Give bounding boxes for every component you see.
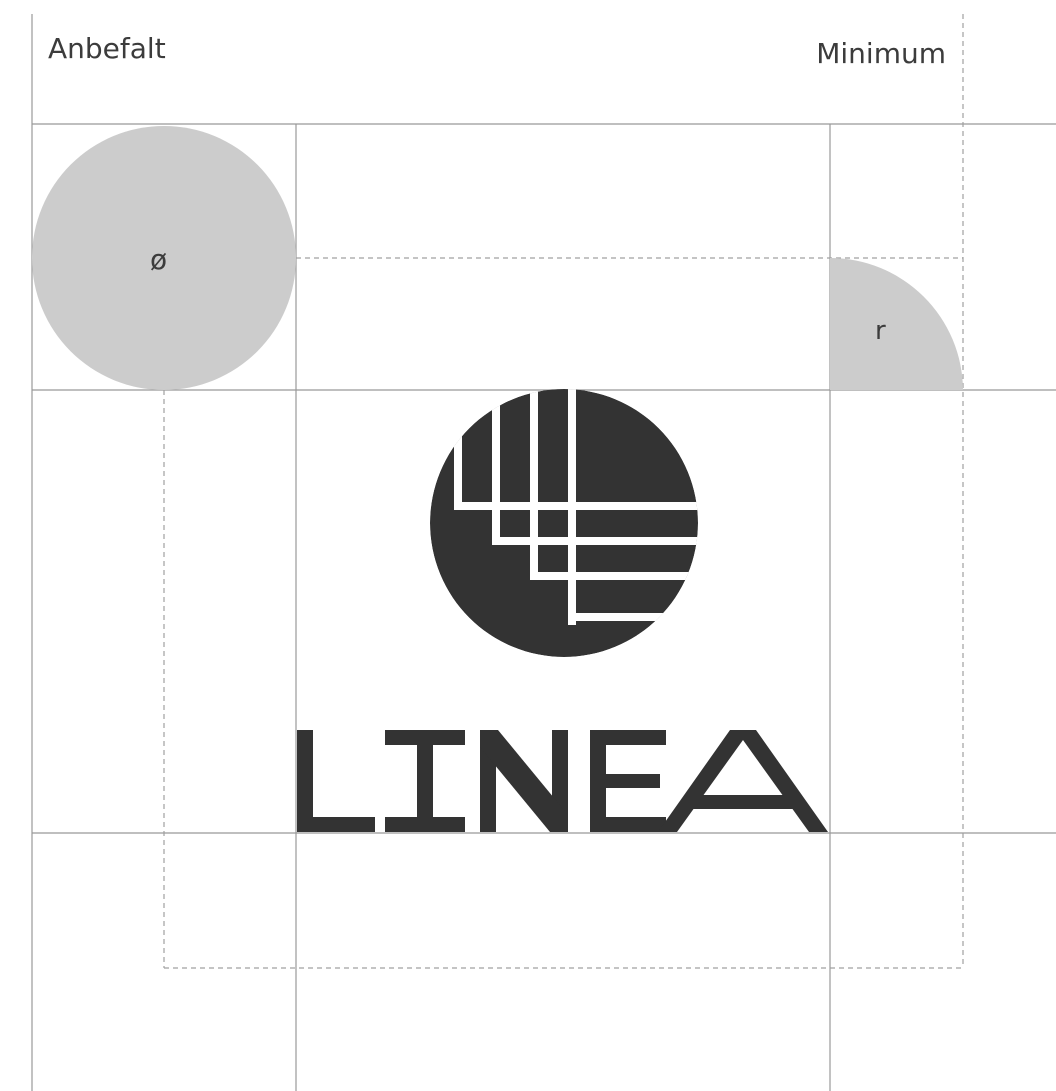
wordmark-letter-a xyxy=(658,730,828,832)
diameter-symbol: ø xyxy=(150,243,168,276)
linea-logo-symbol xyxy=(430,389,698,657)
wordmark-letter-e xyxy=(590,730,666,832)
wordmark-letter-l xyxy=(297,730,313,832)
clearspace-diagram xyxy=(31,14,1056,1091)
radius-quarter-circle xyxy=(830,258,963,390)
recommended-label: Anbefalt xyxy=(48,32,166,65)
minimum-label: Minimum xyxy=(816,37,946,70)
wordmark-letter-n xyxy=(480,730,568,832)
wordmark-letter-i xyxy=(385,730,465,832)
radius-symbol: r xyxy=(875,316,886,346)
linea-wordmark xyxy=(297,730,828,832)
